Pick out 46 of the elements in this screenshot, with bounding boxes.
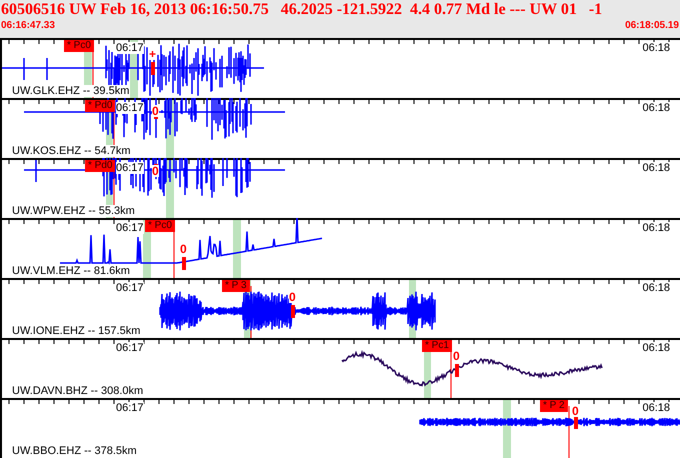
time-label: 06:18: [642, 222, 670, 234]
pick-flag[interactable]: * Pd0: [85, 160, 116, 172]
pick-flag[interactable]: * P 2: [540, 400, 568, 412]
time-label: 06:18: [642, 342, 670, 354]
station-label: UW.WPW.EHZ -- 55.3km: [12, 205, 135, 217]
arrival-band: [233, 220, 241, 278]
pick-flag[interactable]: * Pc1: [422, 340, 452, 352]
station-label: UW.IONE.EHZ -- 157.5km: [12, 325, 140, 337]
polarity-label: 0: [180, 243, 187, 255]
polarity-label: 0: [453, 350, 460, 362]
start-time: 06:16:47.33: [1, 20, 55, 32]
end-time: 06:18:05.19: [625, 20, 679, 32]
time-label: 06:17: [116, 42, 144, 54]
pick-line: [568, 406, 570, 458]
time-label: 06:18: [642, 162, 670, 174]
station-label: UW.BBO.EHZ -- 378.5km: [12, 445, 137, 457]
polarity-label: 0: [572, 405, 579, 417]
pick-flag[interactable]: * P 3: [222, 280, 250, 292]
time-label: 06:17: [116, 342, 144, 354]
time-label: 06:18: [642, 42, 670, 54]
time-label: 06:17: [116, 402, 144, 414]
polarity-marker: [151, 62, 155, 75]
pick-flag[interactable]: * Pc0: [64, 40, 94, 52]
event-summary: 60506516 UW Feb 16, 2013 06:16:50.75 46.2025 -121.5922 4.4 0.77 Md le --- UW 01 -1: [1, 0, 604, 20]
station-label: UW.KOS.EHZ -- 54.7km: [12, 145, 131, 157]
time-label: 06:18: [642, 402, 670, 414]
station-label: UW.GLK.EHZ -- 39.5km: [12, 85, 130, 97]
pick-flag[interactable]: * Pd0: [85, 100, 116, 112]
time-label: 06:17: [116, 282, 144, 294]
polarity-label: +: [149, 48, 156, 60]
pick-flag[interactable]: * Pc0: [145, 220, 175, 232]
polarity-marker: [455, 364, 459, 377]
time-label: 06:17: [116, 102, 144, 114]
time-label: 06:18: [642, 282, 670, 294]
arrival-band: [503, 400, 511, 458]
polarity-marker: [182, 257, 186, 270]
polarity-label: 0: [152, 165, 159, 177]
time-label: 06:17: [116, 222, 144, 234]
time-label: 06:18: [642, 102, 670, 114]
polarity-label: 0: [289, 291, 296, 303]
station-label: UW.VLM.EHZ -- 81.6km: [12, 265, 130, 277]
polarity-marker: [291, 305, 295, 318]
polarity-label: 0: [152, 105, 159, 117]
polarity-marker: [574, 416, 578, 429]
time-label: 06:17: [116, 162, 144, 174]
station-label: UW.DAVN.BHZ -- 308.0km: [12, 385, 144, 397]
